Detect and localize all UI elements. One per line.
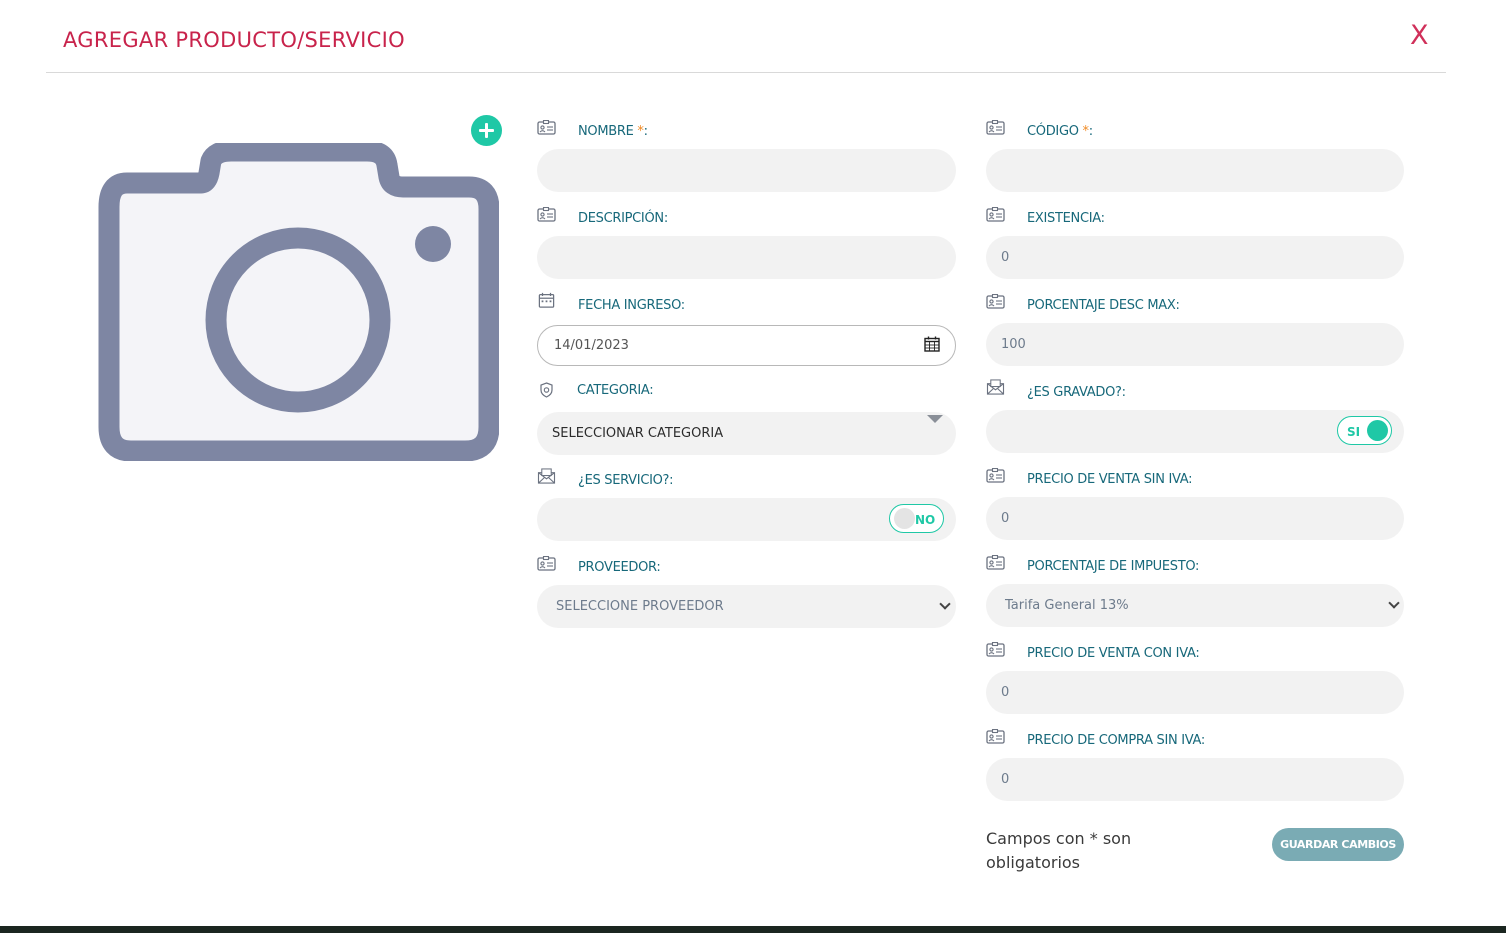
es-servicio-toggle[interactable]: NO [889,504,944,533]
id-card-icon [537,207,556,222]
es-gravado-toggle-text: SI [1347,425,1361,439]
envelope-icon [986,379,1005,395]
camera-icon[interactable] [97,143,499,461]
id-card-icon [986,207,1005,222]
header-divider [46,72,1446,73]
porcentaje-impuesto-select[interactable]: Tarifa General 13% [986,584,1404,627]
precio-venta-sin-iva-input[interactable] [986,497,1404,540]
precio-compra-sin-iva-input[interactable] [986,758,1404,801]
toggle-knob [894,508,915,529]
es-servicio-toggle-text: NO [915,513,936,527]
save-button[interactable]: GUARDAR CAMBIOS [1272,828,1404,861]
id-card-icon [986,555,1005,570]
id-card-icon [537,556,556,571]
fecha-ingreso-label: FECHA INGRESO: [578,298,685,313]
precio-venta-con-iva-label: PRECIO DE VENTA CON IVA: [1027,646,1200,661]
envelope-icon [537,468,556,484]
id-card-icon [986,642,1005,657]
existencia-label: EXISTENCIA: [1027,211,1105,226]
fecha-ingreso-input[interactable]: 14/01/2023 [537,325,956,366]
existencia-input[interactable] [986,236,1404,279]
es-gravado-label: ¿ES GRAVADO?: [1027,385,1126,400]
descripcion-label: DESCRIPCIÓN: [578,211,668,226]
descripcion-input[interactable] [537,236,956,279]
caret-down-icon [927,415,943,423]
nombre-input[interactable] [537,149,956,192]
id-card-icon [986,120,1005,135]
codigo-label: CÓDIGO *: [1027,124,1093,139]
categoria-select[interactable]: SELECCIONAR CATEGORIA [537,412,956,455]
modal-title: AGREGAR PRODUCTO/SERVICIO [63,28,405,52]
id-card-icon [537,120,556,135]
id-card-icon [986,294,1005,309]
porcentaje-impuesto-label: PORCENTAJE DE IMPUESTO: [1027,559,1200,574]
precio-venta-sin-iva-label: PRECIO DE VENTA SIN IVA: [1027,472,1193,487]
id-card-icon [986,729,1005,744]
codigo-input[interactable] [986,149,1404,192]
required-fields-note: Campos con * son obligatorios [986,829,1132,872]
add-photo-button[interactable] [471,115,502,146]
es-servicio-label: ¿ES SERVICIO?: [578,473,674,488]
close-button[interactable]: X [1410,20,1429,51]
shield-icon [540,382,553,398]
toggle-knob [1367,420,1388,441]
calendar-picker-icon[interactable] [924,336,940,352]
proveedor-label: PROVEEDOR: [578,560,661,575]
proveedor-select[interactable]: SELECCIONE PROVEEDOR [537,585,956,628]
calendar-icon [538,292,555,308]
es-gravado-toggle[interactable]: SI [1337,416,1392,445]
id-card-icon [986,468,1005,483]
precio-compra-sin-iva-label: PRECIO DE COMPRA SIN IVA: [1027,733,1205,748]
porcentaje-desc-max-label: PORCENTAJE DESC MAX: [1027,298,1180,313]
nombre-label: NOMBRE *: [578,124,648,139]
categoria-label: CATEGORIA: [577,383,654,398]
porcentaje-desc-max-input[interactable] [986,323,1404,366]
bottom-bar [0,926,1506,933]
precio-venta-con-iva-input[interactable] [986,671,1404,714]
